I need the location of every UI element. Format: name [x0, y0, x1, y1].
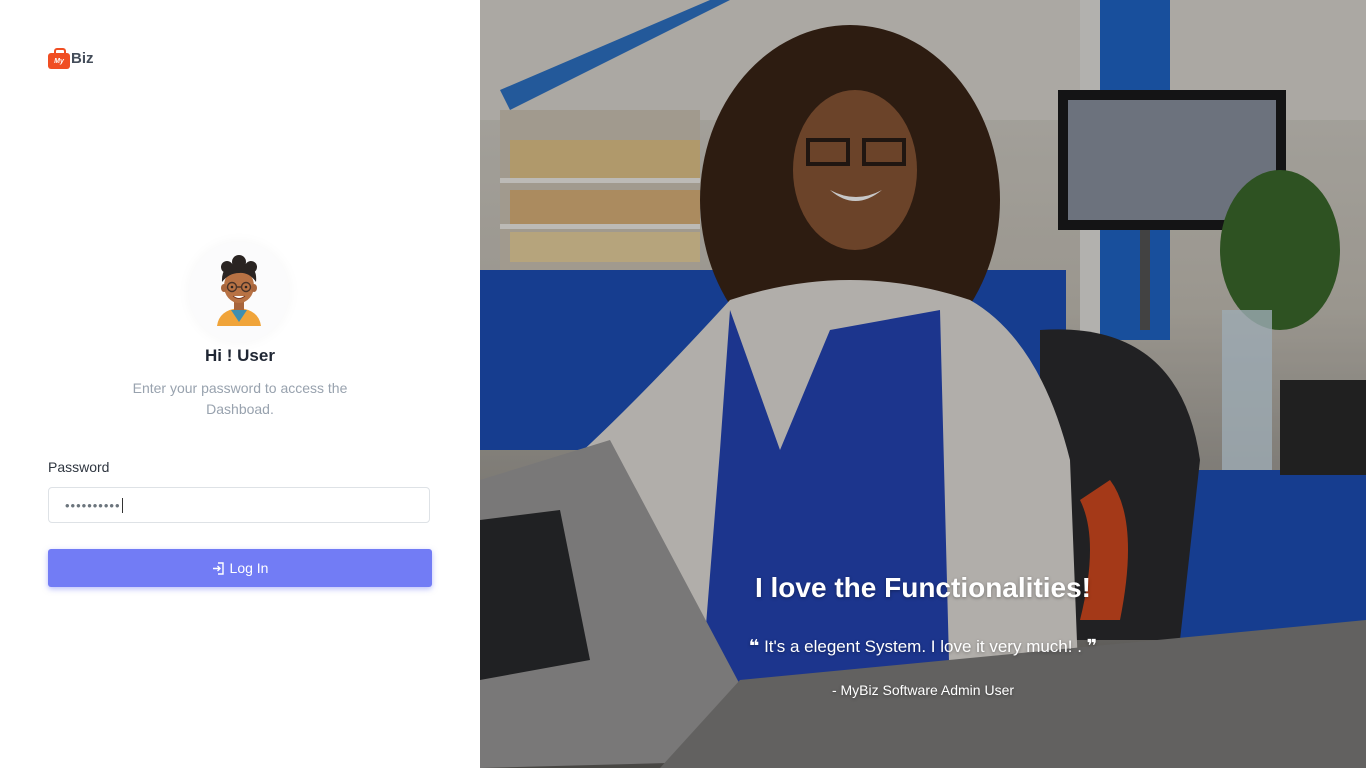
user-avatar-illustration — [217, 255, 261, 326]
close-quote-icon: ❞ — [1086, 636, 1098, 656]
login-icon — [212, 561, 224, 575]
avatar — [189, 242, 289, 342]
brand-logo[interactable]: My Biz — [48, 48, 94, 69]
login-button[interactable]: Log In — [48, 549, 432, 587]
password-input[interactable]: •••••••••• — [48, 487, 430, 523]
login-button-label: Log In — [229, 560, 269, 576]
password-value: •••••••••• — [65, 497, 121, 513]
text-caret — [121, 497, 123, 513]
testimonial-quote-row: ❝ It's a elegent System. I love it very … — [480, 636, 1366, 657]
testimonial-quote: It's a elegent System. I love it very mu… — [764, 637, 1082, 656]
login-panel: My Biz Hi ! User Enter your password to … — [0, 0, 480, 768]
greeting-subtitle: Enter your password to access the Dashbo… — [132, 380, 348, 417]
greeting-title: Hi ! User — [205, 346, 275, 365]
testimonial-headline: I love the Functionalities! — [754, 572, 1092, 603]
logo-mark: My — [48, 53, 70, 69]
testimonial-author: - MyBiz Software Admin User — [831, 682, 1015, 698]
shopping-bag-icon: My — [48, 48, 70, 69]
password-label: Password — [48, 459, 110, 475]
open-quote-icon: ❝ — [748, 636, 760, 656]
brand-name: Biz — [71, 50, 94, 67]
hero-image-panel: I love the Functionalities! ❝ It's a ele… — [480, 0, 1366, 768]
